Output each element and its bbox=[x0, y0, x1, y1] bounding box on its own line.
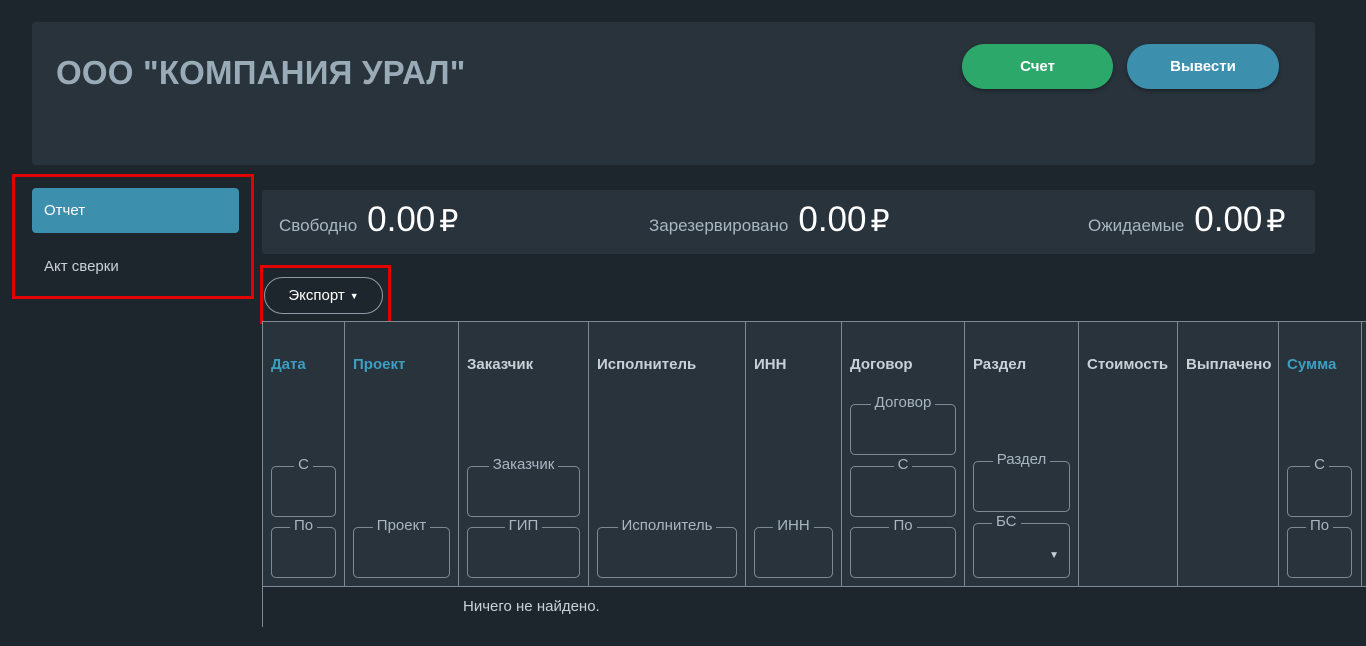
balance-expected-label: Ожидаемые bbox=[1088, 216, 1185, 235]
balance-free-value: 0.00 bbox=[367, 200, 436, 239]
filter-gip-label: ГИП bbox=[504, 517, 543, 534]
column-customer: Заказчик Заказчик ГИП bbox=[459, 322, 589, 586]
filter-section-label: Раздел bbox=[992, 451, 1051, 468]
filter-date-from[interactable]: С bbox=[271, 456, 336, 517]
balance-summary: Свободно 0.00 ₽ Зарезервировано 0.00 ₽ О… bbox=[262, 190, 1315, 254]
export-label: Экспорт bbox=[288, 287, 345, 304]
ruble-sign: ₽ bbox=[439, 205, 459, 238]
column-header-inn: ИНН bbox=[754, 356, 787, 373]
filter-bs-select[interactable]: БС ▼ bbox=[973, 513, 1070, 578]
withdraw-button[interactable]: Вывести bbox=[1127, 44, 1279, 89]
filter-date-from-label: С bbox=[294, 456, 313, 473]
filter-bs-label: БС bbox=[992, 513, 1021, 530]
ruble-sign: ₽ bbox=[870, 205, 890, 238]
column-paid: Выплачено bbox=[1178, 322, 1279, 586]
column-header-sum[interactable]: Сумма bbox=[1287, 356, 1336, 373]
sidebar-item-reconciliation-act[interactable]: Акт сверки bbox=[32, 244, 239, 289]
empty-table-row: Ничего не найдено. bbox=[263, 586, 1366, 627]
filter-contract-to-label: По bbox=[889, 517, 917, 534]
column-header-contract: Договор bbox=[850, 356, 913, 373]
filter-sum-from[interactable]: С bbox=[1287, 456, 1352, 517]
filter-inn-label: ИНН bbox=[773, 517, 814, 534]
filter-customer-label: Заказчик bbox=[488, 456, 559, 473]
column-section: Раздел Раздел БС ▼ bbox=[965, 322, 1079, 586]
ruble-sign: ₽ bbox=[1266, 205, 1286, 238]
column-cost: Стоимость bbox=[1079, 322, 1178, 586]
filter-executor-label: Исполнитель bbox=[617, 517, 717, 534]
filter-sum-to[interactable]: По bbox=[1287, 517, 1352, 578]
filter-project-label: Проект bbox=[372, 517, 431, 534]
balance-free: Свободно 0.00 ₽ bbox=[279, 200, 458, 240]
column-header-date[interactable]: Дата bbox=[271, 356, 306, 373]
company-header: ООО "КОМПАНИЯ УРАЛ" Счет Вывести bbox=[32, 22, 1315, 165]
balance-reserved-label: Зарезервировано bbox=[649, 216, 789, 235]
filter-date-to-label: По bbox=[289, 517, 318, 534]
filter-gip[interactable]: ГИП bbox=[467, 517, 580, 578]
column-sum: Сумма С По bbox=[1279, 322, 1362, 586]
company-title: ООО "КОМПАНИЯ УРАЛ" bbox=[56, 54, 466, 91]
column-executor: Исполнитель Исполнитель bbox=[589, 322, 746, 586]
column-header-section: Раздел bbox=[973, 356, 1027, 373]
column-contract: Договор Договор С По bbox=[842, 322, 965, 586]
filter-sum-to-label: По bbox=[1305, 517, 1334, 534]
column-header-customer: Заказчик bbox=[467, 356, 534, 373]
filter-contract-label: Договор bbox=[870, 394, 936, 411]
filter-contract[interactable]: Договор bbox=[850, 394, 956, 455]
sidebar-nav: Отчет Акт сверки bbox=[32, 188, 239, 289]
filter-date-to[interactable]: По bbox=[271, 517, 336, 578]
filter-inn[interactable]: ИНН bbox=[754, 517, 833, 578]
balance-free-label: Свободно bbox=[279, 216, 358, 235]
balance-reserved: Зарезервировано 0.00 ₽ bbox=[649, 200, 890, 240]
balance-expected-value: 0.00 bbox=[1194, 200, 1263, 239]
column-header-cost: Стоимость bbox=[1087, 356, 1169, 373]
filter-sum-from-label: С bbox=[1310, 456, 1329, 473]
invoice-button[interactable]: Счет bbox=[962, 44, 1113, 89]
sidebar-item-report[interactable]: Отчет bbox=[32, 188, 239, 233]
chevron-down-icon: ▼ bbox=[1049, 550, 1059, 561]
balance-expected: Ожидаемые 0.00 ₽ bbox=[1088, 200, 1286, 240]
filter-contract-from-label: С bbox=[893, 456, 913, 473]
caret-down-icon: ▼ bbox=[349, 290, 359, 301]
column-header-paid: Выплачено bbox=[1186, 356, 1272, 373]
column-header-executor: Исполнитель bbox=[597, 356, 697, 373]
balance-reserved-value: 0.00 bbox=[798, 200, 867, 239]
filter-contract-from[interactable]: С bbox=[850, 456, 956, 517]
filter-section[interactable]: Раздел bbox=[973, 451, 1070, 512]
filter-project[interactable]: Проект bbox=[353, 517, 450, 578]
report-table: Дата С По Проект Проект Заказчик Заказчи… bbox=[262, 321, 1366, 627]
column-project: Проект Проект bbox=[345, 322, 459, 586]
filter-customer[interactable]: Заказчик bbox=[467, 456, 580, 517]
empty-table-message: Ничего не найдено. bbox=[463, 598, 600, 615]
filter-contract-to[interactable]: По bbox=[850, 517, 956, 578]
column-inn: ИНН ИНН bbox=[746, 322, 842, 586]
filter-executor[interactable]: Исполнитель bbox=[597, 517, 737, 578]
column-date: Дата С По bbox=[263, 322, 345, 586]
export-dropdown-button[interactable]: Экспорт ▼ bbox=[264, 277, 383, 314]
column-header-project[interactable]: Проект bbox=[353, 356, 405, 373]
